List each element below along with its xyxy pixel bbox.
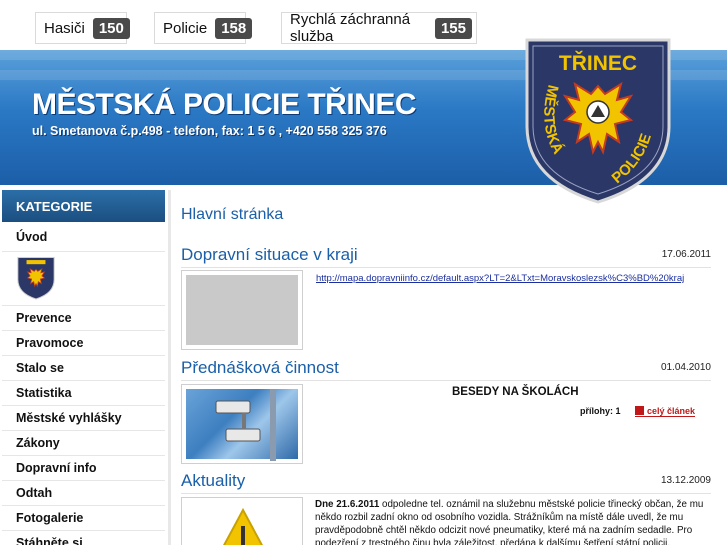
full-article-label: celý článek <box>647 406 696 416</box>
page-title: Hlavní stránka <box>181 206 284 223</box>
article-date: 01.04.2010 <box>660 362 711 373</box>
emergency-number: 158 <box>215 17 253 39</box>
cctv-camera-image <box>186 389 298 461</box>
sidebar-item-odtah[interactable]: Odtah <box>2 481 165 506</box>
sidebar-item-statistika[interactable]: Statistika <box>2 381 165 406</box>
article-date: 17.06.2011 <box>661 249 711 260</box>
article-date: 13.12.2009 <box>660 475 711 486</box>
sidebar-badge <box>2 252 165 306</box>
article-separator <box>181 380 711 381</box>
emergency-ambulance: Rychlá záchranná služba 155 <box>281 11 477 45</box>
emergency-label: Policie <box>163 19 208 37</box>
badge-top-text: TŘINEC <box>559 51 637 75</box>
article-title[interactable]: Přednášková činnost <box>181 358 339 378</box>
article-title[interactable]: Dopravní situace v kraji <box>181 245 358 265</box>
document-icon <box>635 406 644 415</box>
article-separator <box>181 267 711 268</box>
emergency-number: 155 <box>434 17 472 39</box>
sidebar-item-pravomoce[interactable]: Pravomoce <box>2 331 165 356</box>
full-article-link[interactable]: celý článek <box>635 406 696 417</box>
sidebar-item-zakony[interactable]: Zákony <box>2 431 165 456</box>
article-thumbnail[interactable] <box>181 497 303 545</box>
mini-badge-icon <box>17 257 55 300</box>
main-content: Hlavní stránka Dopravní situace v kraji … <box>172 190 717 545</box>
warning-image <box>186 502 298 545</box>
emergency-label: Hasiči <box>44 19 85 37</box>
sidebar-item-stahnete-si[interactable]: Stáhněte si <box>2 531 165 545</box>
column-divider <box>168 190 171 545</box>
sidebar-item-uvod[interactable]: Úvod <box>2 222 165 252</box>
thumbnail-placeholder <box>186 275 298 345</box>
emergency-number: 150 <box>92 17 130 39</box>
article-thumbnail[interactable] <box>181 270 303 350</box>
police-badge-logo[interactable]: TŘINEC MĚSTSKÁ POLICIE <box>521 34 675 206</box>
article-heading: BESEDY NA ŠKOLÁCH <box>452 386 579 398</box>
article-lead: Dne 21.6.2011 <box>315 499 380 510</box>
traffic-map-link[interactable]: http://mapa.dopravniinfo.cz/default.aspx… <box>316 273 684 284</box>
emergency-police: Policie 158 <box>154 12 253 44</box>
article-title[interactable]: Aktuality <box>181 471 245 491</box>
sidebar-item-fotogalerie[interactable]: Fotogalerie <box>2 506 165 531</box>
emergency-firefighters: Hasiči 150 <box>35 12 130 44</box>
sidebar-item-prevence[interactable]: Prevence <box>2 306 165 331</box>
emergency-label: Rychlá záchranná služba <box>290 11 411 45</box>
site-title: MĚSTSKÁ POLICIE TŘINEC <box>32 88 417 121</box>
article-body: Dne 21.6.2011 odpoledne tel. oznámil na … <box>315 498 705 545</box>
sidebar-item-dopravni-info[interactable]: Dopravní info <box>2 456 165 481</box>
warning-icon <box>223 507 263 545</box>
attachments-count: přílohy: 1 <box>580 406 621 416</box>
sidebar-item-stalo-se[interactable]: Stalo se <box>2 356 165 381</box>
sidebar: KATEGORIE Úvod Prevence Pravomoce Stalo … <box>2 190 165 545</box>
article-separator <box>181 493 711 494</box>
article-thumbnail[interactable] <box>181 384 303 464</box>
sidebar-heading: KATEGORIE <box>2 190 165 222</box>
site-contact: ul. Smetanova č.p.498 - telefon, fax: 1 … <box>32 124 387 138</box>
sidebar-item-vyhlasky[interactable]: Městské vyhlášky <box>2 406 165 431</box>
